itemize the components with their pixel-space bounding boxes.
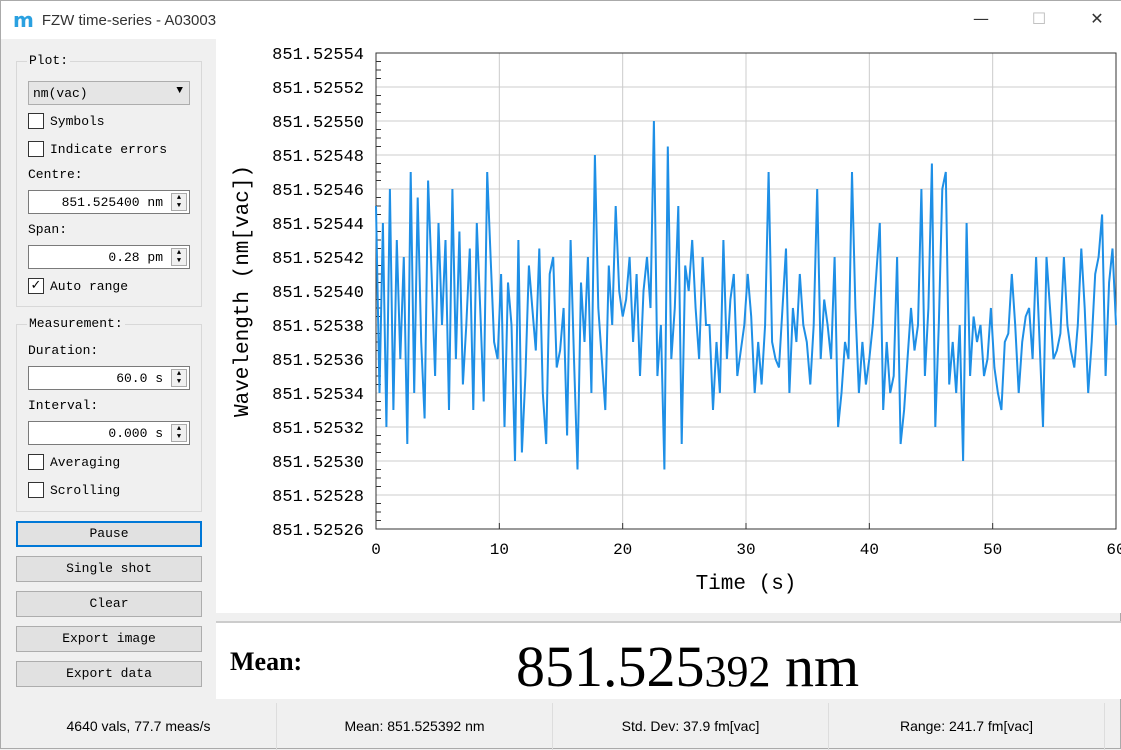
y-tick-label: 851.52526	[272, 522, 364, 541]
y-tick-label: 851.52548	[272, 148, 364, 167]
checkbox-icon	[28, 454, 44, 470]
mean-value: 851.525392 nm	[516, 633, 859, 700]
span-value: 0.28 pm	[108, 250, 163, 265]
status-mean: Mean: 851.525392 nm	[277, 703, 553, 750]
mean-display: Mean: 851.525392 nm	[216, 621, 1121, 699]
symbols-label: Symbols	[50, 113, 105, 129]
status-std-dev: Std. Dev: 37.9 fm[vac]	[553, 703, 829, 750]
y-tick-label: 851.52546	[272, 182, 364, 201]
app-logo-icon: m	[13, 8, 34, 32]
interval-label: Interval:	[28, 398, 99, 413]
unit-select-value: nm(vac)	[33, 86, 88, 101]
auto-range-checkbox[interactable]: ✓ Auto range	[28, 278, 128, 294]
y-tick-label: 851.52528	[272, 488, 364, 507]
spinner-arrows-icon[interactable]: ▲ ▼	[171, 193, 187, 211]
indicate-errors-checkbox[interactable]: Indicate errors	[28, 141, 167, 157]
minimize-button[interactable]: —	[961, 9, 1001, 28]
duration-label: Duration:	[28, 343, 99, 358]
y-tick-label: 851.52534	[272, 386, 364, 405]
y-tick-label: 851.52540	[272, 284, 364, 303]
y-tick-label: 851.52544	[272, 216, 364, 235]
status-range: Range: 241.7 fm[vac]	[829, 703, 1105, 750]
close-button[interactable]: ✕	[1077, 9, 1117, 28]
x-axis-label: Time (s)	[696, 573, 797, 596]
mean-value-small: 392	[704, 647, 771, 696]
duration-value: 60.0 s	[116, 371, 163, 386]
y-tick-label: 851.52554	[272, 46, 364, 65]
checkbox-icon	[28, 113, 44, 129]
x-tick-label: 60	[1106, 541, 1121, 559]
mean-value-main: 851.525	[516, 634, 705, 699]
chart-svg: 851.52526 851.52528 851.52530 851.52532 851.…	[232, 46, 1121, 596]
spinner-arrows-icon[interactable]: ▲ ▼	[171, 424, 187, 442]
y-tick-label: 851.52530	[272, 454, 364, 473]
y-tick-label: 851.52532	[272, 420, 364, 439]
span-label: Span:	[28, 222, 68, 237]
measurement-group-label: Measurement:	[27, 316, 125, 331]
maximize-button[interactable]: ☐	[1019, 9, 1059, 28]
indicate-errors-label: Indicate errors	[50, 141, 168, 157]
symbols-checkbox[interactable]: Symbols	[28, 113, 105, 129]
control-panel: Plot: nm(vac) ▼ Symbols Indicate errors C…	[1, 39, 214, 699]
x-tick-label: 20	[613, 541, 632, 559]
status-count: 4640 vals, 77.7 meas/s	[1, 703, 277, 750]
interval-input[interactable]: 0.000 s ▲ ▼	[28, 421, 190, 445]
x-tick-label: 10	[490, 541, 509, 559]
scrolling-label: Scrolling	[50, 482, 121, 498]
spinner-arrows-icon[interactable]: ▲ ▼	[171, 369, 187, 387]
mean-label: Mean:	[230, 647, 303, 676]
single-shot-button[interactable]: Single shot	[16, 556, 202, 582]
x-tick-label: 30	[736, 541, 755, 559]
export-image-button[interactable]: Export image	[16, 626, 202, 652]
centre-input[interactable]: 851.525400 nm ▲ ▼	[28, 190, 190, 214]
checkmark-icon: ✓	[28, 278, 44, 294]
window-title: FZW time-series - A03003	[41, 11, 217, 29]
checkbox-icon	[28, 482, 44, 498]
checkbox-icon	[28, 141, 44, 157]
scrolling-checkbox[interactable]: Scrolling	[28, 482, 120, 498]
chevron-down-icon: ▼	[176, 85, 183, 97]
span-input[interactable]: 0.28 pm ▲ ▼	[28, 245, 190, 269]
y-tick-label: 851.52550	[272, 114, 364, 133]
export-data-button[interactable]: Export data	[16, 661, 202, 687]
y-tick-label: 851.52542	[272, 250, 364, 269]
spinner-arrows-icon[interactable]: ▲ ▼	[171, 248, 187, 266]
y-tick-label: 851.52536	[272, 352, 364, 371]
clear-button[interactable]: Clear	[16, 591, 202, 617]
centre-value: 851.525400 nm	[61, 195, 163, 210]
x-tick-label: 40	[860, 541, 879, 559]
y-tick-label: 851.52552	[272, 80, 364, 99]
mean-unit: nm	[785, 634, 860, 699]
averaging-checkbox[interactable]: Averaging	[28, 454, 120, 470]
plot-group-label: Plot:	[27, 53, 71, 68]
auto-range-label: Auto range	[50, 278, 129, 294]
y-axis-label: Wavelength (nm[vac])	[232, 165, 255, 417]
duration-input[interactable]: 60.0 s ▲ ▼	[28, 366, 190, 390]
time-series-plot: 851.52526 851.52528 851.52530 851.52532 851.…	[216, 39, 1121, 613]
x-tick-label: 50	[983, 541, 1002, 559]
unit-select[interactable]: nm(vac) ▼	[28, 81, 190, 105]
pause-button[interactable]: Pause	[16, 521, 202, 547]
y-tick-label: 851.52538	[272, 318, 364, 337]
averaging-label: Averaging	[50, 454, 121, 470]
x-tick-label: 0	[371, 541, 381, 559]
interval-value: 0.000 s	[108, 426, 163, 441]
title-bar: m FZW time-series - A03003 — ☐ ✕	[1, 1, 1121, 39]
status-bar: 4640 vals, 77.7 meas/s Mean: 851.525392 …	[1, 703, 1121, 750]
centre-label: Centre:	[28, 167, 83, 182]
